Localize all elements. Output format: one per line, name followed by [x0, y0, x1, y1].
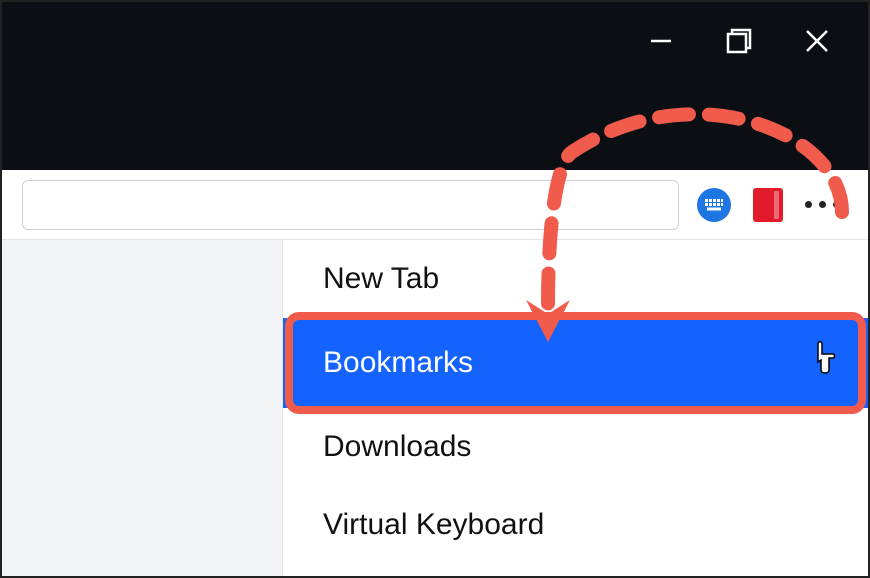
menu-item-label: Bookmarks	[323, 346, 473, 380]
menu-item-new-tab[interactable]: New Tab	[283, 240, 868, 318]
menu-item-label: Virtual Keyboard	[323, 508, 544, 542]
menu-item-downloads[interactable]: Downloads	[283, 408, 868, 486]
window-titlebar	[2, 2, 868, 170]
content-area: New Tab Bookmarks Downloads Virtual Keyb…	[2, 240, 868, 576]
browser-toolbar	[2, 170, 868, 240]
dropdown-menu: New Tab Bookmarks Downloads Virtual Keyb…	[282, 240, 868, 576]
menu-item-bookmarks[interactable]: Bookmarks	[283, 318, 868, 408]
address-bar[interactable]	[22, 180, 679, 230]
maximize-icon	[724, 26, 754, 56]
close-button[interactable]	[782, 16, 852, 66]
menu-item-virtual-keyboard[interactable]: Virtual Keyboard	[283, 486, 868, 564]
window-controls	[626, 2, 868, 66]
more-menu-icon[interactable]	[805, 201, 840, 208]
menu-item-label: Downloads	[323, 430, 471, 464]
close-icon	[803, 27, 831, 55]
keyboard-icon[interactable]	[697, 188, 731, 222]
minimize-icon	[647, 27, 675, 55]
minimize-button[interactable]	[626, 16, 696, 66]
toolbar-icons	[697, 188, 848, 222]
cursor-pointer-icon	[808, 340, 840, 386]
sidebar	[2, 240, 282, 576]
maximize-button[interactable]	[704, 16, 774, 66]
menu-item-label: New Tab	[323, 262, 439, 296]
collections-icon[interactable]	[753, 188, 783, 222]
